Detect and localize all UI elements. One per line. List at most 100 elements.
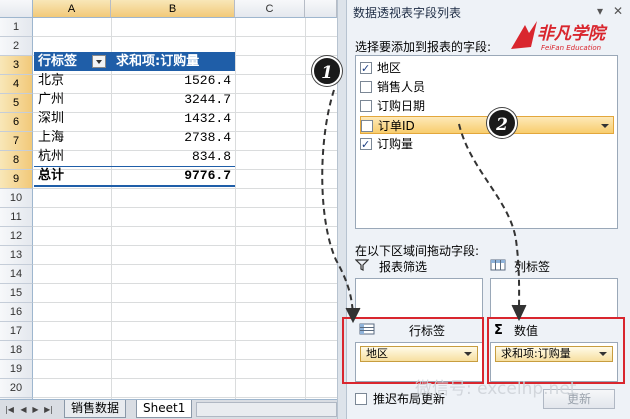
svg-text:FeiFan Education: FeiFan Education <box>541 44 601 52</box>
grid-row-line <box>33 359 337 360</box>
field-checkbox-order-id[interactable] <box>361 120 373 132</box>
pivot-row-label[interactable]: 北京 <box>34 71 111 90</box>
first-sheet-icon[interactable]: |◀ <box>4 404 15 415</box>
grid-row-line <box>33 226 337 227</box>
pivot-row-value[interactable]: 834.8 <box>112 147 235 166</box>
grid-row-line <box>33 207 337 208</box>
pivot-row-value[interactable]: 3244.7 <box>112 90 235 109</box>
pivot-row-label-header[interactable]: 行标签 <box>34 52 92 71</box>
step-badge-2: 2 <box>487 108 517 138</box>
svg-text:非凡学院: 非凡学院 <box>537 24 608 44</box>
grid-column-line <box>235 18 236 399</box>
row-header[interactable]: 3 <box>0 56 33 75</box>
report-filter-label: 报表筛选 <box>379 260 428 274</box>
feifan-logo: 非凡学院 FeiFan Education <box>511 21 608 52</box>
field-label: 订购量 <box>377 137 414 151</box>
spreadsheet: A B C 123456789101112131415161718192021 … <box>0 0 337 419</box>
grid-row-line <box>33 36 337 37</box>
row-header[interactable]: 15 <box>0 284 33 303</box>
grid-row-line <box>33 264 337 265</box>
column-labels-icon <box>490 258 506 276</box>
pivot-row-label[interactable]: 广州 <box>34 90 111 109</box>
row-header[interactable]: 6 <box>0 113 33 132</box>
pivot-row-label[interactable]: 杭州 <box>34 147 111 166</box>
next-sheet-icon[interactable]: ▶ <box>30 404 41 415</box>
field-list-prompt: 选择要添加到报表的字段: <box>355 40 492 54</box>
row-header[interactable]: 1 <box>0 18 33 37</box>
field-label: 销售人员 <box>377 80 426 94</box>
row-header[interactable]: 2 <box>0 37 33 56</box>
prev-sheet-icon[interactable]: ◀ <box>18 404 29 415</box>
grid-row-line <box>33 283 337 284</box>
step-badge-1: 1 <box>312 56 342 86</box>
sheet-tab-sales[interactable]: 销售数据 <box>64 400 127 418</box>
field-label: 订购日期 <box>377 99 426 113</box>
pivot-row-value[interactable]: 1432.4 <box>112 109 235 128</box>
row-header[interactable]: 7 <box>0 132 33 151</box>
field-checkbox-order-date[interactable] <box>360 100 372 112</box>
field-item-order-qty[interactable]: 订购量 <box>360 135 614 154</box>
row-header[interactable]: 11 <box>0 208 33 227</box>
column-header-d[interactable] <box>305 0 337 18</box>
column-labels-drop-zone[interactable] <box>490 278 618 318</box>
horizontal-scrollbar[interactable] <box>196 402 337 417</box>
row-header[interactable]: 18 <box>0 341 33 360</box>
grid-row-line <box>33 340 337 341</box>
grid-row-line <box>33 397 337 398</box>
row-header[interactable]: 5 <box>0 94 33 113</box>
column-header-b[interactable]: B <box>111 0 235 18</box>
row-label-filter-button[interactable] <box>92 55 106 68</box>
grid-row-line <box>33 245 337 246</box>
row-header[interactable]: 12 <box>0 227 33 246</box>
field-label: 地区 <box>377 61 402 75</box>
row-header[interactable]: 8 <box>0 151 33 170</box>
close-icon[interactable]: ✕ <box>613 4 623 18</box>
field-item-salesperson[interactable]: 销售人员 <box>360 78 614 96</box>
field-checkbox-order-qty[interactable] <box>360 136 372 154</box>
grid-row-line <box>33 378 337 379</box>
row-header[interactable]: 10 <box>0 189 33 208</box>
row-header[interactable]: 13 <box>0 246 33 265</box>
row-header[interactable]: 17 <box>0 322 33 341</box>
row-header[interactable]: 14 <box>0 265 33 284</box>
row-header[interactable]: 20 <box>0 379 33 398</box>
grid-column-line <box>305 18 306 399</box>
column-header-c[interactable]: C <box>235 0 305 18</box>
defer-layout-checkbox[interactable] <box>355 393 367 405</box>
pivot-value-header[interactable]: 求和项:订购量 <box>112 52 235 71</box>
pane-title: 数据透视表字段列表 <box>353 6 462 20</box>
chevron-down-icon[interactable] <box>601 124 609 128</box>
column-labels-label: 列标签 <box>514 260 551 274</box>
row-header[interactable]: 9 <box>0 170 33 189</box>
select-all-corner[interactable] <box>0 0 33 18</box>
sheet-tab-bar: |◀ ◀ ▶ ▶| 销售数据 Sheet1 <box>0 399 337 419</box>
row-header[interactable]: 16 <box>0 303 33 322</box>
row-header[interactable]: 4 <box>0 75 33 94</box>
wechat-watermark: 微信号: excelhp.net <box>415 379 577 399</box>
field-item-region[interactable]: 地区 <box>360 59 614 78</box>
pivot-row-value[interactable]: 1526.4 <box>112 71 235 90</box>
areas-prompt: 在以下区域间拖动字段: <box>355 244 480 258</box>
field-checkbox-region[interactable] <box>360 60 372 78</box>
pivot-row-label[interactable]: 深圳 <box>34 109 111 128</box>
field-checkbox-salesperson[interactable] <box>360 81 372 93</box>
column-header-a[interactable]: A <box>33 0 111 18</box>
field-item-order-date[interactable]: 订购日期 <box>360 97 614 115</box>
last-sheet-icon[interactable]: ▶| <box>43 404 54 415</box>
total-bottom-border <box>34 185 235 187</box>
filter-icon <box>354 258 370 276</box>
field-label: 订单ID <box>378 119 415 133</box>
grid-row-line <box>33 321 337 322</box>
grid-row-line <box>33 188 337 189</box>
pivot-row-label[interactable]: 上海 <box>34 128 111 147</box>
grid-row-line <box>33 302 337 303</box>
pivot-total-value[interactable]: 9776.7 <box>112 166 235 185</box>
pane-options-icon[interactable]: ▾ <box>597 4 603 18</box>
pivot-field-list-pane: 数据透视表字段列表 ▾ ✕ 非凡学院 FeiFan Education 选择要添… <box>342 0 630 419</box>
sheet-tab-sheet1[interactable]: Sheet1 <box>136 400 193 418</box>
pivot-row-value[interactable]: 2738.4 <box>112 128 235 147</box>
field-list-box: 地区 销售人员 订购日期 订单ID 订购量 <box>355 55 618 229</box>
report-filter-drop-zone[interactable] <box>355 278 483 318</box>
pivot-total-label[interactable]: 总计 <box>34 166 111 185</box>
row-header[interactable]: 19 <box>0 360 33 379</box>
